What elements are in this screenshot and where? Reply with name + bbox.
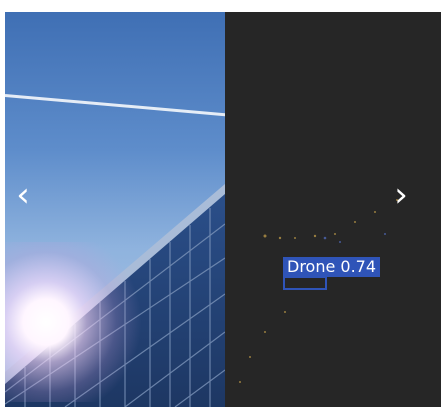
detection-box <box>283 276 327 290</box>
image-comparison-viewer <box>5 12 441 407</box>
sun-flare <box>5 242 145 402</box>
detection-label: Drone 0.74 <box>283 257 381 277</box>
chevron-left-icon[interactable]: ‹ <box>8 175 38 215</box>
chevron-right-icon[interactable]: › <box>386 175 416 215</box>
original-image-pane <box>5 12 225 407</box>
